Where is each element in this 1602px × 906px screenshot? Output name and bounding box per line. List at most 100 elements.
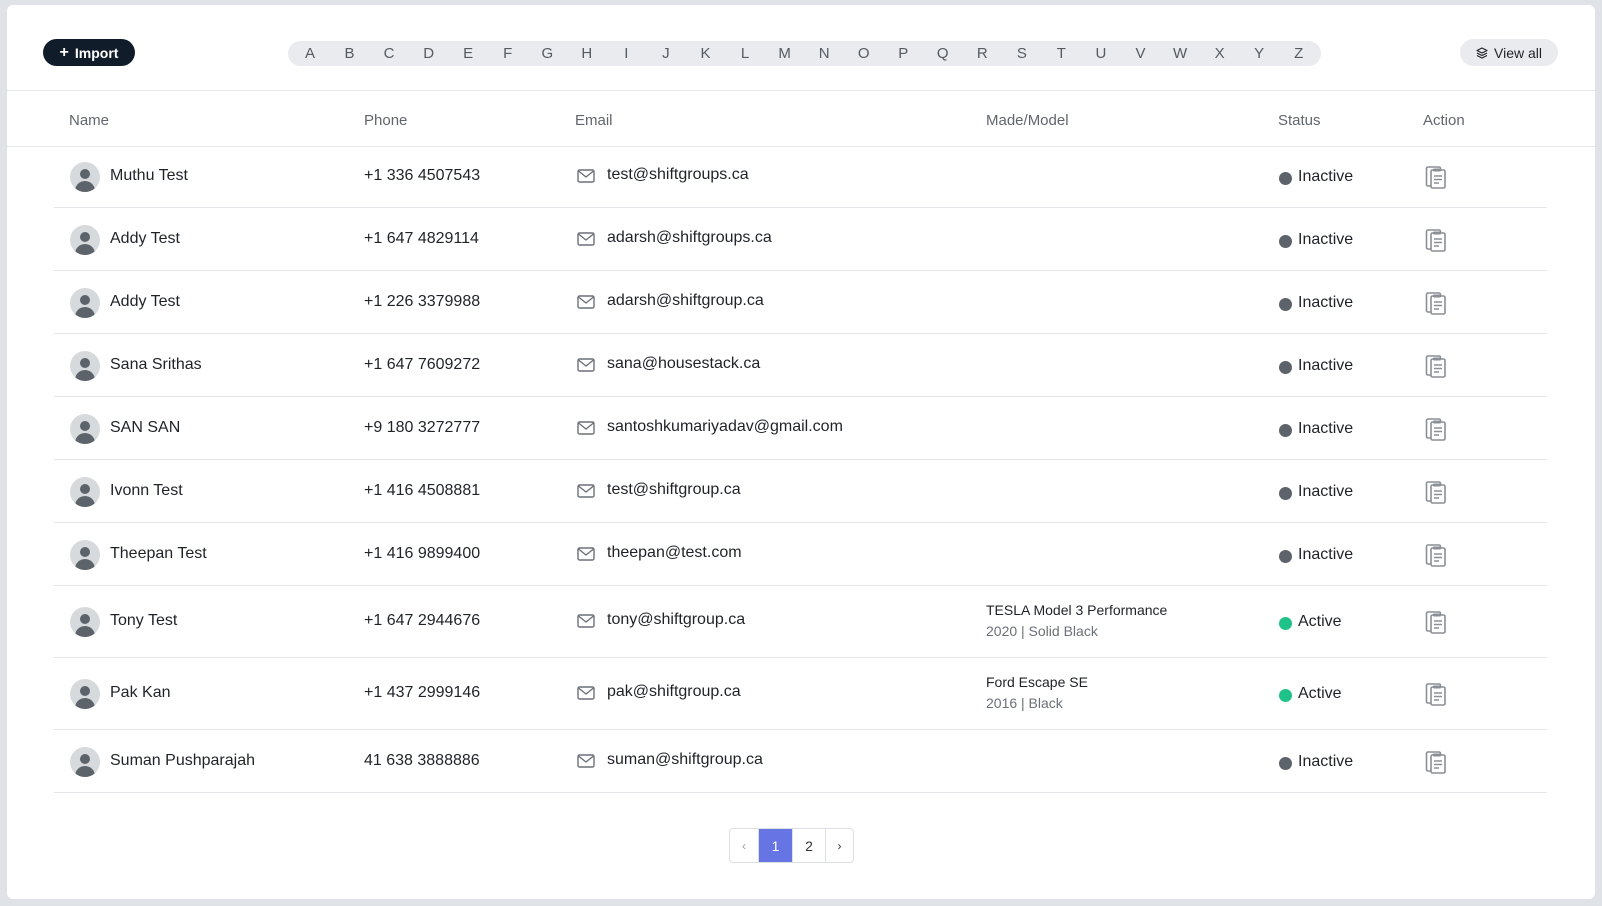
letter-filter-t[interactable]: T (1051, 45, 1071, 62)
mail-icon (577, 168, 595, 183)
letter-filter-m[interactable]: M (775, 45, 795, 62)
page-button-1[interactable]: 1 (758, 829, 792, 862)
contact-email[interactable]: santoshkumariyadav@gmail.com (607, 418, 843, 436)
letter-filter-e[interactable]: E (458, 45, 478, 62)
avatar (70, 224, 100, 255)
table-row[interactable]: Addy Test +1 647 4829114 adarsh@shiftgro… (54, 208, 1547, 271)
table-row[interactable]: Suman Pushparajah 41 638 3888886 suman@s… (54, 730, 1547, 793)
contact-name[interactable]: Tony Test (110, 612, 177, 630)
view-all-label: View all (1494, 44, 1542, 61)
contact-name[interactable]: Sana Srithas (110, 356, 202, 374)
letter-filter-s[interactable]: S (1012, 45, 1032, 62)
alphabet-filter: A B C D E F G H I J K L M N O P Q R S T U V W X Y Z (288, 41, 1321, 66)
clipboard-icon[interactable] (1424, 290, 1448, 316)
contact-email[interactable]: theepan@test.com (607, 544, 742, 562)
avatar (70, 161, 100, 192)
letter-filter-r[interactable]: R (972, 45, 992, 62)
letter-filter-h[interactable]: H (577, 45, 597, 62)
contact-phone: +1 647 2944676 (364, 612, 481, 629)
vehicle-year-color: 2020 | Solid Black (986, 623, 1098, 639)
vehicle-year-color: 2016 | Black (986, 695, 1063, 711)
letter-filter-f[interactable]: F (498, 45, 518, 62)
clipboard-icon[interactable] (1424, 164, 1448, 190)
contact-name[interactable]: Muthu Test (110, 167, 188, 185)
letter-filter-v[interactable]: V (1130, 45, 1150, 62)
letter-filter-b[interactable]: B (340, 45, 360, 62)
contact-email[interactable]: adarsh@shiftgroup.ca (607, 292, 764, 310)
letter-filter-g[interactable]: G (537, 45, 557, 62)
contact-name[interactable]: Suman Pushparajah (110, 752, 255, 770)
letter-filter-i[interactable]: I (616, 45, 636, 62)
table-row[interactable]: Pak Kan +1 437 2999146 pak@shiftgroup.ca… (54, 658, 1547, 730)
contact-email[interactable]: suman@shiftgroup.ca (607, 751, 763, 769)
prev-page-button[interactable]: ‹ (730, 829, 758, 862)
clipboard-icon[interactable] (1424, 609, 1448, 635)
letter-filter-c[interactable]: C (379, 45, 399, 62)
contact-name[interactable]: Addy Test (110, 293, 180, 311)
status-badge: Inactive (1298, 482, 1354, 500)
layers-icon (1476, 46, 1488, 59)
column-header-phone[interactable]: Phone (364, 112, 407, 129)
status-dot-icon (1279, 617, 1292, 630)
contacts-panel: + Import A B C D E F G H I J K L M N O P Q R S T U V W X Y Z View… (7, 5, 1595, 899)
letter-filter-d[interactable]: D (419, 45, 439, 62)
letter-filter-k[interactable]: K (695, 45, 715, 62)
letter-filter-x[interactable]: X (1210, 45, 1230, 62)
letter-filter-j[interactable]: J (656, 45, 676, 62)
contact-name[interactable]: Addy Test (110, 230, 180, 248)
toolbar: + Import A B C D E F G H I J K L M N O P Q R S T U V W X Y Z View… (7, 5, 1595, 91)
clipboard-icon[interactable] (1424, 479, 1448, 505)
status-dot-icon (1279, 486, 1292, 500)
plus-icon: + (59, 43, 69, 61)
contact-name[interactable]: Ivonn Test (110, 482, 183, 500)
table-row[interactable]: Tony Test +1 647 2944676 tony@shiftgroup… (54, 586, 1547, 658)
contact-email[interactable]: test@shiftgroup.ca (607, 481, 741, 499)
table-row[interactable]: Addy Test +1 226 3379988 adarsh@shiftgro… (54, 271, 1547, 334)
letter-filter-u[interactable]: U (1091, 45, 1111, 62)
table-row[interactable]: Ivonn Test +1 416 4508881 test@shiftgrou… (54, 460, 1547, 523)
column-header-model[interactable]: Made/Model (986, 112, 1069, 129)
pagination: ‹ 1 2 › (729, 828, 854, 863)
contact-email[interactable]: tony@shiftgroup.ca (607, 611, 745, 629)
view-all-button[interactable]: View all (1460, 39, 1558, 66)
column-header-email[interactable]: Email (575, 112, 613, 129)
letter-filter-p[interactable]: P (893, 45, 913, 62)
contact-name[interactable]: Pak Kan (110, 684, 170, 702)
contact-email[interactable]: sana@housestack.ca (607, 355, 760, 373)
letter-filter-q[interactable]: Q (933, 45, 953, 62)
column-header-status[interactable]: Status (1278, 112, 1321, 129)
clipboard-icon[interactable] (1424, 749, 1448, 775)
clipboard-icon[interactable] (1424, 542, 1448, 568)
contact-email[interactable]: pak@shiftgroup.ca (607, 683, 741, 701)
contact-name[interactable]: Theepan Test (110, 545, 207, 563)
next-page-button[interactable]: › (825, 829, 853, 862)
status-dot-icon (1279, 756, 1292, 770)
contact-email[interactable]: test@shiftgroups.ca (607, 166, 749, 184)
clipboard-icon[interactable] (1424, 227, 1448, 253)
letter-filter-w[interactable]: W (1170, 45, 1190, 62)
table-row[interactable]: SAN SAN +9 180 3272777 santoshkumariyada… (54, 397, 1547, 460)
status-dot-icon (1279, 171, 1292, 185)
letter-filter-l[interactable]: L (735, 45, 755, 62)
letter-filter-o[interactable]: O (854, 45, 874, 62)
letter-filter-z[interactable]: Z (1289, 45, 1309, 62)
contact-email[interactable]: adarsh@shiftgroups.ca (607, 229, 772, 247)
contact-name[interactable]: SAN SAN (110, 419, 180, 437)
page-button-2[interactable]: 2 (792, 829, 825, 862)
import-button[interactable]: + Import (43, 39, 135, 66)
clipboard-icon[interactable] (1424, 353, 1448, 379)
contact-phone: +1 647 7609272 (364, 355, 481, 373)
mail-icon (577, 753, 595, 768)
table-row[interactable]: Theepan Test +1 416 9899400 theepan@test… (54, 523, 1547, 586)
clipboard-icon[interactable] (1424, 416, 1448, 442)
clipboard-icon[interactable] (1424, 681, 1448, 707)
table-row[interactable]: Sana Srithas +1 647 7609272 sana@housest… (54, 334, 1547, 397)
column-header-name[interactable]: Name (69, 112, 109, 129)
letter-filter-y[interactable]: Y (1249, 45, 1269, 62)
status-dot-icon (1279, 423, 1292, 437)
table-row[interactable]: Muthu Test +1 336 4507543 test@shiftgrou… (54, 145, 1547, 208)
letter-filter-a[interactable]: A (300, 45, 320, 62)
letter-filter-n[interactable]: N (814, 45, 834, 62)
mail-icon (577, 483, 595, 498)
mail-icon (577, 686, 595, 700)
